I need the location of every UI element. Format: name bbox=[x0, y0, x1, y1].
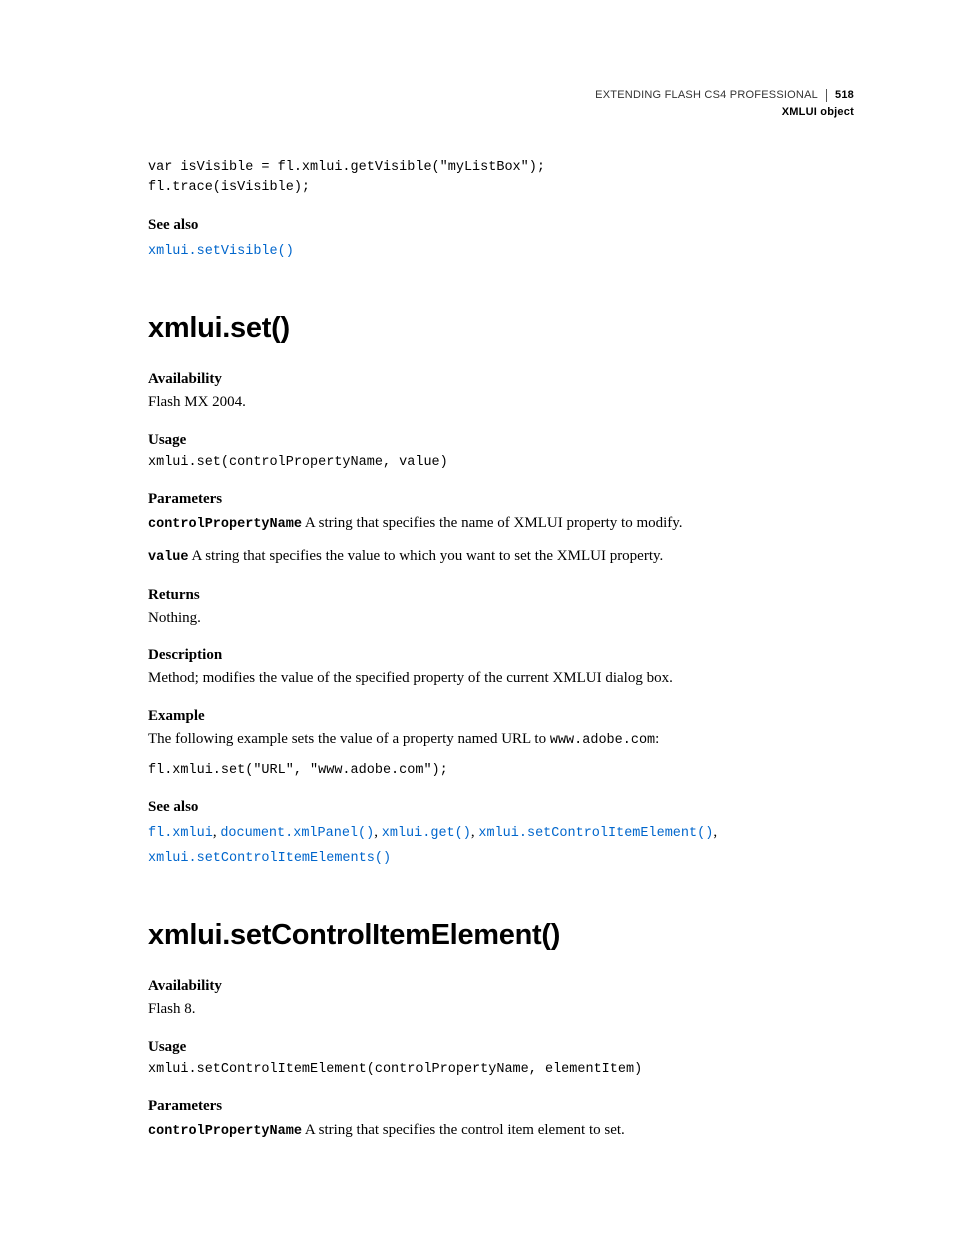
see-also-heading: See also bbox=[148, 799, 854, 816]
link-document-xmlpanel[interactable]: document.xmlPanel() bbox=[220, 826, 374, 841]
see-also-links: fl.xmlui, document.xmlPanel(), xmlui.get… bbox=[148, 820, 854, 869]
parameter-row: controlPropertyName A string that specif… bbox=[148, 512, 854, 535]
parameters-heading: Parameters bbox=[148, 491, 854, 508]
usage-code: xmlui.set(controlPropertyName, value) bbox=[148, 453, 854, 473]
page-header: EXTENDING FLASH CS4 PROFESSIONAL 518 XML… bbox=[595, 88, 854, 121]
method-heading-setcontrolitemelement: xmlui.setControlItemElement() bbox=[148, 919, 854, 952]
param-name: value bbox=[148, 550, 189, 565]
see-also-heading: See also bbox=[148, 217, 854, 234]
availability-text: Flash MX 2004. bbox=[148, 392, 854, 414]
availability-heading: Availability bbox=[148, 978, 854, 995]
usage-code: xmlui.setControlItemElement(controlPrope… bbox=[148, 1060, 854, 1080]
link-xmlui-get[interactable]: xmlui.get() bbox=[382, 826, 471, 841]
document-page: EXTENDING FLASH CS4 PROFESSIONAL 518 XML… bbox=[0, 0, 954, 1235]
comma: , bbox=[374, 824, 382, 840]
link-fl-xmlui[interactable]: fl.xmlui bbox=[148, 826, 213, 841]
availability-heading: Availability bbox=[148, 371, 854, 388]
header-page-number: 518 bbox=[835, 88, 854, 103]
header-divider bbox=[826, 89, 827, 102]
parameter-row: controlPropertyName A string that specif… bbox=[148, 1119, 854, 1142]
availability-text: Flash 8. bbox=[148, 999, 854, 1021]
link-setvisible[interactable]: xmlui.setVisible() bbox=[148, 244, 294, 259]
parameters-heading: Parameters bbox=[148, 1098, 854, 1115]
header-section: XMLUI object bbox=[595, 105, 854, 120]
param-name: controlPropertyName bbox=[148, 1124, 302, 1139]
example-intro-post: : bbox=[655, 731, 659, 747]
example-intro-code: www.adobe.com bbox=[550, 733, 655, 748]
parameter-row: value A string that specifies the value … bbox=[148, 545, 854, 568]
description-heading: Description bbox=[148, 647, 854, 664]
header-line: EXTENDING FLASH CS4 PROFESSIONAL 518 bbox=[595, 88, 854, 103]
code-block-getvisible: var isVisible = fl.xmlui.getVisible("myL… bbox=[148, 158, 854, 199]
returns-heading: Returns bbox=[148, 587, 854, 604]
description-text: Method; modifies the value of the specif… bbox=[148, 668, 854, 690]
usage-heading: Usage bbox=[148, 432, 854, 449]
usage-heading: Usage bbox=[148, 1039, 854, 1056]
returns-text: Nothing. bbox=[148, 608, 854, 630]
method-heading-set: xmlui.set() bbox=[148, 312, 854, 345]
param-name: controlPropertyName bbox=[148, 517, 302, 532]
example-intro: The following example sets the value of … bbox=[148, 729, 854, 751]
header-title: EXTENDING FLASH CS4 PROFESSIONAL bbox=[595, 88, 818, 103]
param-desc: A string that specifies the value to whi… bbox=[189, 548, 664, 564]
example-heading: Example bbox=[148, 708, 854, 725]
link-setcontrolitemelement[interactable]: xmlui.setControlItemElement() bbox=[478, 826, 713, 841]
param-desc: A string that specifies the control item… bbox=[302, 1122, 625, 1138]
page-content: var isVisible = fl.xmlui.getVisible("myL… bbox=[148, 158, 854, 1143]
example-code: fl.xmlui.set("URL", "www.adobe.com"); bbox=[148, 761, 854, 781]
comma: , bbox=[713, 824, 717, 840]
link-setcontrolitemelements[interactable]: xmlui.setControlItemElements() bbox=[148, 851, 391, 866]
example-intro-pre: The following example sets the value of … bbox=[148, 731, 550, 747]
see-also-links: xmlui.setVisible() bbox=[148, 238, 854, 263]
param-desc: A string that specifies the name of XMLU… bbox=[302, 515, 683, 531]
